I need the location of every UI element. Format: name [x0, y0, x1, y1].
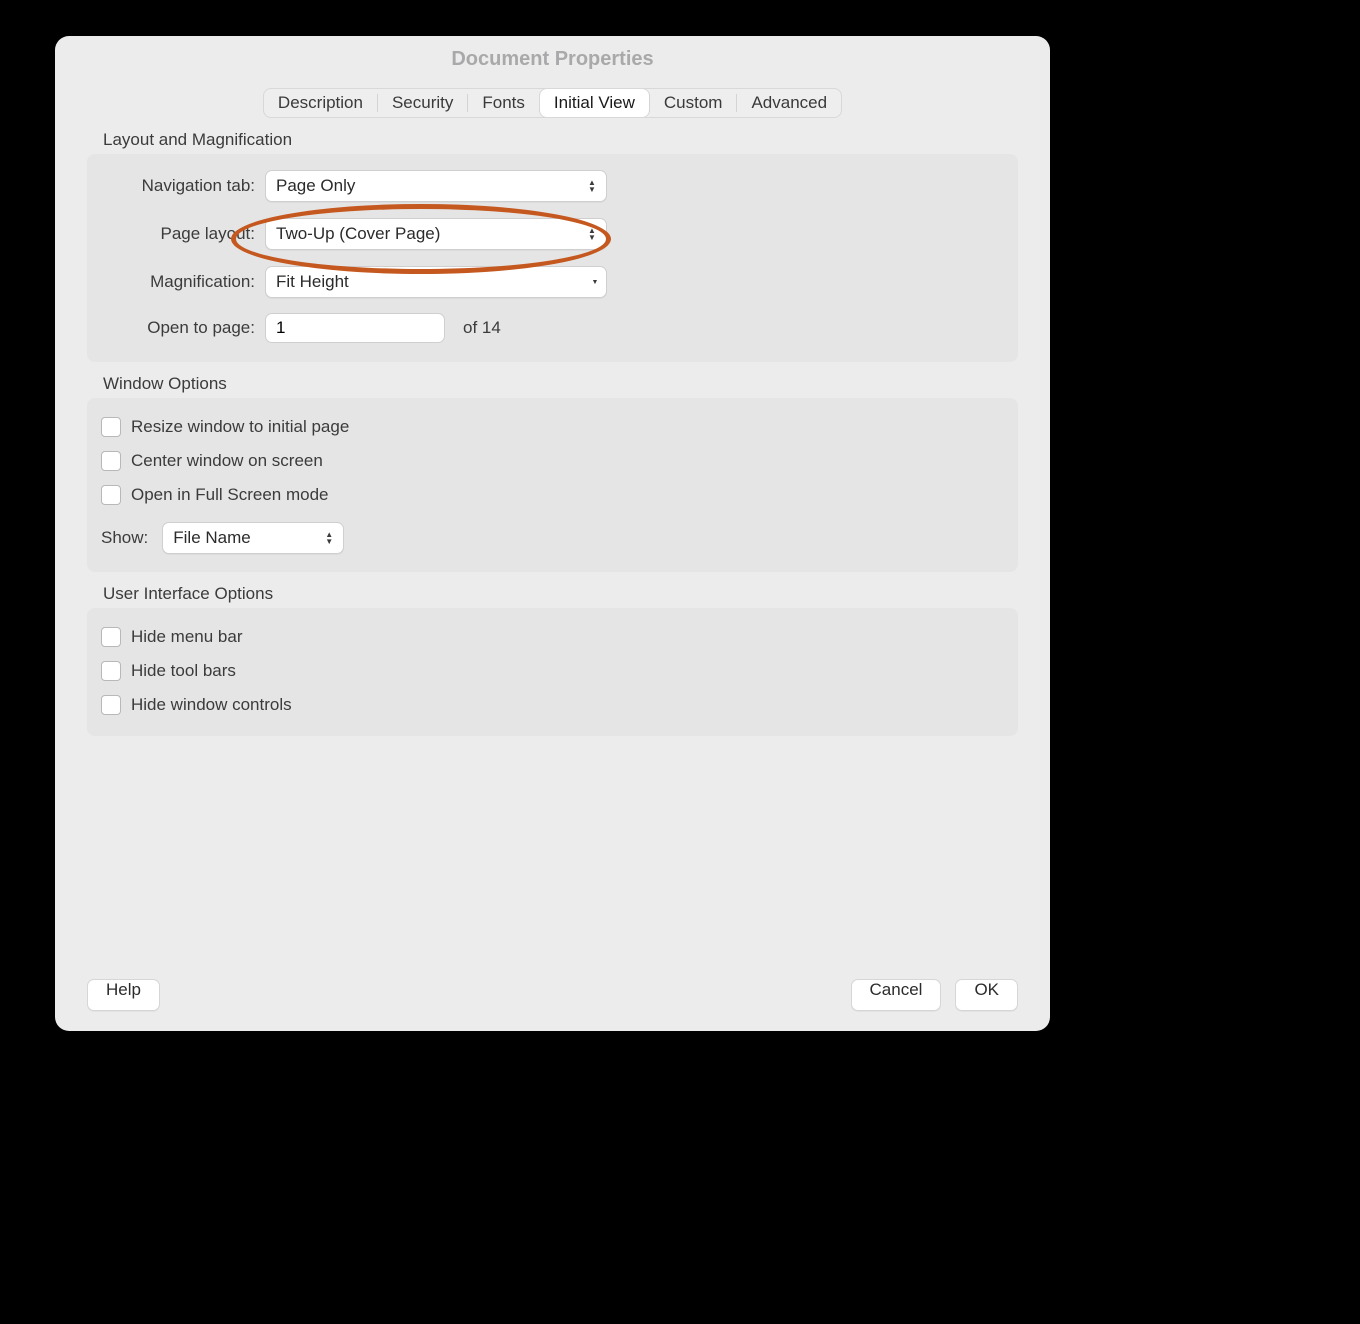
magnification-value: Fit Height — [266, 272, 587, 292]
window-options-panel: Resize window to initial page Center win… — [87, 398, 1018, 572]
tab-bar: Description Security Fonts Initial View … — [263, 88, 842, 118]
tab-initial-view[interactable]: Initial View — [540, 89, 649, 117]
navigation-tab-label: Navigation tab: — [101, 176, 265, 196]
show-value: File Name — [163, 528, 319, 548]
ui-options-panel: Hide menu bar Hide tool bars Hide window… — [87, 608, 1018, 736]
center-window-label: Center window on screen — [131, 451, 323, 471]
ui-section-title: User Interface Options — [103, 584, 1018, 604]
show-label: Show: — [101, 528, 148, 548]
hide-menu-bar-label: Hide menu bar — [131, 627, 243, 647]
navigation-tab-value: Page Only — [266, 176, 582, 196]
hide-menu-bar-checkbox[interactable] — [101, 627, 121, 647]
layout-panel: Navigation tab: Page Only ▲▼ Page layout… — [87, 154, 1018, 362]
dialog-footer: Help Cancel OK — [87, 979, 1018, 1011]
dropdown-icon: ▼ — [587, 279, 606, 286]
updown-icon: ▲▼ — [319, 531, 343, 545]
open-to-page-label: Open to page: — [101, 318, 265, 338]
tab-advanced[interactable]: Advanced — [737, 89, 841, 117]
page-layout-select[interactable]: Two-Up (Cover Page) ▲▼ — [265, 218, 607, 250]
hide-window-controls-label: Hide window controls — [131, 695, 292, 715]
show-select[interactable]: File Name ▲▼ — [162, 522, 344, 554]
page-total: of 14 — [463, 318, 501, 338]
hide-window-controls-checkbox[interactable] — [101, 695, 121, 715]
updown-icon: ▲▼ — [582, 179, 606, 193]
window-section-title: Window Options — [103, 374, 1018, 394]
ok-button[interactable]: OK — [955, 979, 1018, 1011]
layout-section-title: Layout and Magnification — [103, 130, 1018, 150]
document-properties-window: Document Properties Description Security… — [55, 36, 1050, 1031]
updown-icon: ▲▼ — [582, 227, 606, 241]
tab-fonts[interactable]: Fonts — [468, 89, 539, 117]
tab-description[interactable]: Description — [264, 89, 377, 117]
resize-window-checkbox[interactable] — [101, 417, 121, 437]
resize-window-label: Resize window to initial page — [131, 417, 349, 437]
center-window-checkbox[interactable] — [101, 451, 121, 471]
window-title: Document Properties — [55, 36, 1050, 82]
tab-security[interactable]: Security — [378, 89, 467, 117]
page-layout-value: Two-Up (Cover Page) — [266, 224, 582, 244]
tab-custom[interactable]: Custom — [650, 89, 737, 117]
fullscreen-label: Open in Full Screen mode — [131, 485, 329, 505]
navigation-tab-select[interactable]: Page Only ▲▼ — [265, 170, 607, 202]
help-button[interactable]: Help — [87, 979, 160, 1011]
page-layout-label: Page layout: — [101, 224, 265, 244]
fullscreen-checkbox[interactable] — [101, 485, 121, 505]
magnification-label: Magnification: — [101, 272, 265, 292]
magnification-select[interactable]: Fit Height ▼ — [265, 266, 607, 298]
cancel-button[interactable]: Cancel — [851, 979, 942, 1011]
hide-toolbars-label: Hide tool bars — [131, 661, 236, 681]
open-to-page-input[interactable] — [265, 313, 445, 343]
hide-toolbars-checkbox[interactable] — [101, 661, 121, 681]
